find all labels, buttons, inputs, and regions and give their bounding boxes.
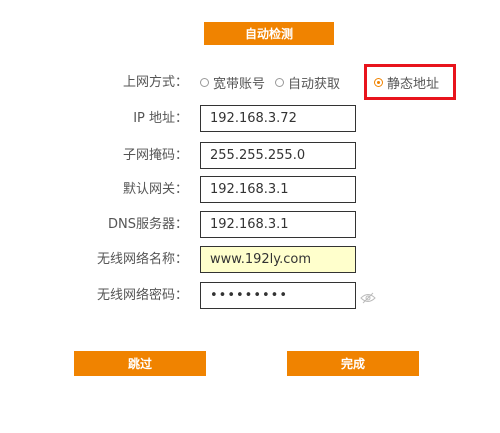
radio-checked-icon <box>374 77 383 87</box>
subnet-mask-label: 子网掩码： <box>122 148 188 163</box>
dns-server-row: DNS服务器： <box>0 211 500 238</box>
default-gateway-label: 默认网关： <box>122 182 188 197</box>
radio-unchecked-icon <box>200 78 209 87</box>
radio-static-address[interactable]: 静态地址 <box>374 73 439 92</box>
radio-auto-obtain-label: 自动获取 <box>288 77 341 92</box>
connection-type-label: 上网方式： <box>122 75 188 90</box>
static-address-highlight: 静态地址 <box>364 64 456 100</box>
wifi-password-input[interactable] <box>200 282 356 309</box>
subnet-mask-input[interactable] <box>200 142 356 169</box>
ip-address-input[interactable] <box>200 105 356 132</box>
wifi-name-label: 无线网络名称： <box>96 252 188 267</box>
radio-broadband-label: 宽带账号 <box>213 77 266 92</box>
ip-address-row: IP 地址： <box>0 105 500 132</box>
dns-server-input[interactable] <box>200 211 356 238</box>
wifi-name-input[interactable] <box>200 246 356 273</box>
radio-auto-obtain[interactable]: 自动获取 <box>275 73 340 92</box>
ip-address-label: IP 地址： <box>133 111 188 126</box>
eye-slash-icon[interactable] <box>360 289 376 304</box>
radio-static-address-label: 静态地址 <box>387 76 440 92</box>
default-gateway-row: 默认网关： <box>0 176 500 203</box>
auto-detect-button[interactable]: 自动检测 <box>204 22 334 45</box>
subnet-mask-row: 子网掩码： <box>0 142 500 169</box>
default-gateway-input[interactable] <box>200 176 356 203</box>
dns-server-label: DNS服务器： <box>108 217 188 232</box>
radio-broadband-account[interactable]: 宽带账号 <box>200 73 265 92</box>
wifi-password-row: 无线网络密码： <box>0 282 500 309</box>
radio-unchecked-icon <box>275 78 285 87</box>
connection-type-radio-group: 宽带账号 自动获取 <box>200 69 350 96</box>
wifi-name-row: 无线网络名称： <box>0 246 500 273</box>
skip-button[interactable]: 跳过 <box>74 351 206 376</box>
finish-button[interactable]: 完成 <box>287 351 419 376</box>
wifi-password-label: 无线网络密码： <box>96 288 188 303</box>
